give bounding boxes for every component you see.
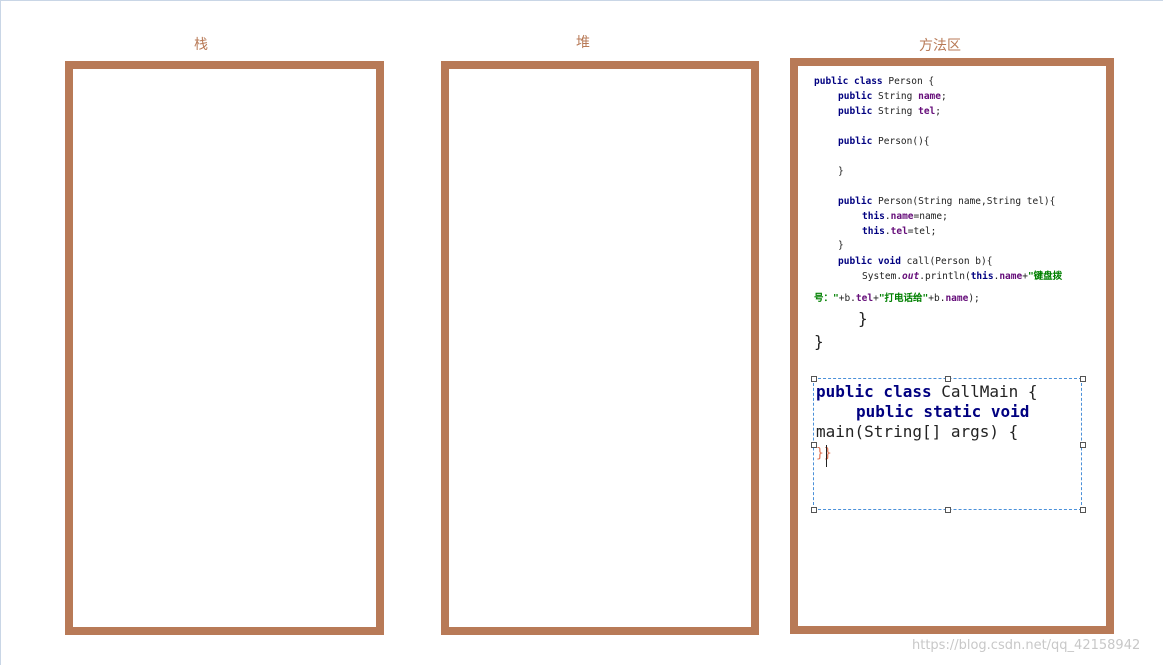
code-line: 号："+b.tel+"打电话给"+b.name); xyxy=(814,293,980,304)
resize-handle[interactable] xyxy=(1080,442,1086,448)
code-line: this.tel=tel; xyxy=(862,226,937,237)
code-line: public static void xyxy=(856,402,1030,421)
text-caret xyxy=(826,445,827,467)
code-line: } xyxy=(838,240,844,251)
code-line: public class Person { xyxy=(814,76,935,87)
left-border-line xyxy=(0,0,1,665)
code-line: public String name; xyxy=(838,91,947,102)
code-line: } xyxy=(838,166,844,177)
code-line: public void call(Person b){ xyxy=(838,256,993,267)
code-line: System.out.println(this.name+"键盘拨 xyxy=(862,271,1063,282)
method-close-brace: } xyxy=(858,309,868,328)
code-line: this.name=name; xyxy=(862,211,948,222)
top-border-line xyxy=(0,0,1163,1)
stack-title: 栈 xyxy=(194,37,208,53)
code-line: public Person(String name,String tel){ xyxy=(838,196,1056,207)
resize-handle[interactable] xyxy=(811,507,817,513)
code-line: }} xyxy=(816,446,832,461)
resize-handle[interactable] xyxy=(1080,376,1086,382)
method-area-title: 方法区 xyxy=(919,38,961,54)
resize-handle[interactable] xyxy=(945,507,951,513)
code-line: main(String[] args) { xyxy=(816,422,1019,441)
code-line: public String tel; xyxy=(838,106,941,117)
resize-handle[interactable] xyxy=(1080,507,1086,513)
stack-frame xyxy=(65,61,384,635)
watermark: https://blog.csdn.net/qq_42158942 xyxy=(912,638,1141,653)
heap-title: 堆 xyxy=(576,35,590,51)
class-close-brace: } xyxy=(814,332,824,351)
code-line: public Person(){ xyxy=(838,136,930,147)
heap-frame xyxy=(441,61,759,635)
code-line: public class CallMain { xyxy=(816,382,1038,401)
